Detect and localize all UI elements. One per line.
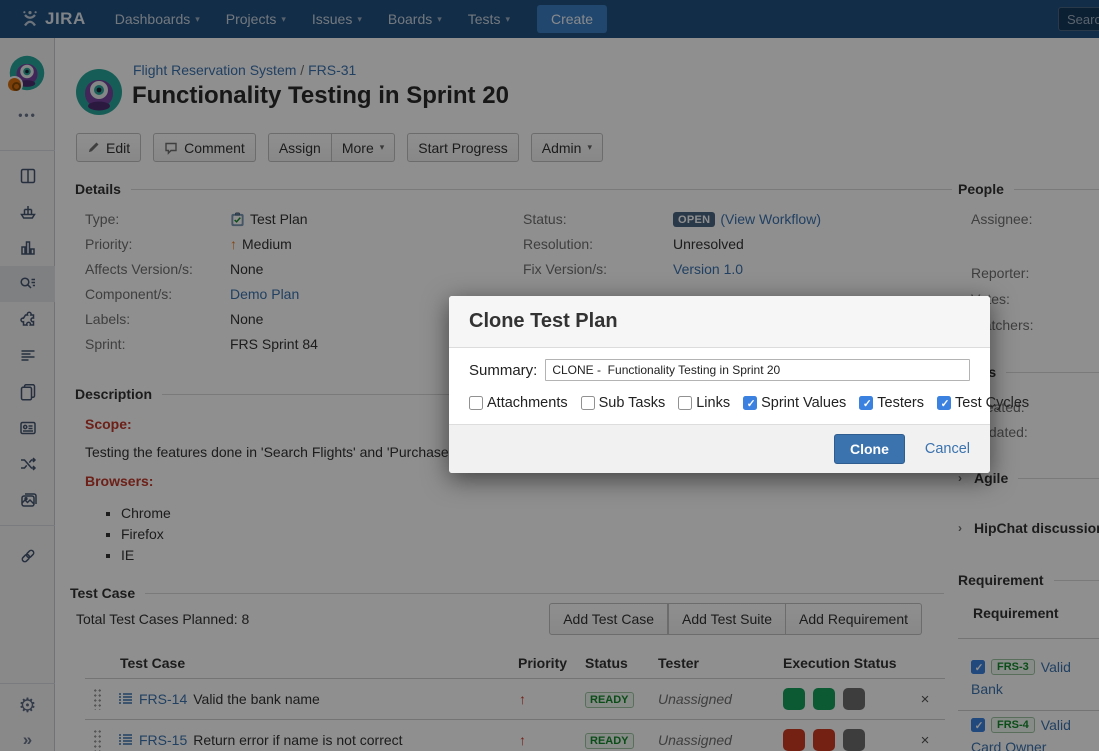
sprint-values-checkbox[interactable] bbox=[743, 396, 757, 410]
cancel-link[interactable]: Cancel bbox=[925, 441, 970, 457]
option-attachments[interactable]: Attachments bbox=[469, 395, 568, 411]
summary-input[interactable] bbox=[545, 359, 970, 381]
sub-tasks-checkbox[interactable] bbox=[581, 396, 595, 410]
dialog-title: Clone Test Plan bbox=[469, 310, 970, 333]
attachments-checkbox[interactable] bbox=[469, 396, 483, 410]
dialog-footer: Clone Cancel bbox=[449, 424, 990, 473]
dialog-header: Clone Test Plan bbox=[449, 296, 990, 348]
clone-test-plan-dialog: Clone Test Plan Summary: Attachments Sub… bbox=[449, 296, 990, 473]
summary-label: Summary: bbox=[469, 362, 537, 379]
option-sprint-values[interactable]: Sprint Values bbox=[743, 395, 846, 411]
links-checkbox[interactable] bbox=[678, 396, 692, 410]
clone-button[interactable]: Clone bbox=[834, 434, 905, 464]
option-test-cycles[interactable]: Test Cycles bbox=[937, 395, 1029, 411]
test-cycles-checkbox[interactable] bbox=[937, 396, 951, 410]
testers-checkbox[interactable] bbox=[859, 396, 873, 410]
clone-options-row: Attachments Sub Tasks Links Sprint Value… bbox=[469, 395, 970, 411]
option-links[interactable]: Links bbox=[678, 395, 730, 411]
option-sub-tasks[interactable]: Sub Tasks bbox=[581, 395, 666, 411]
option-testers[interactable]: Testers bbox=[859, 395, 924, 411]
dialog-body: Summary: Attachments Sub Tasks Links Spr… bbox=[449, 348, 990, 424]
